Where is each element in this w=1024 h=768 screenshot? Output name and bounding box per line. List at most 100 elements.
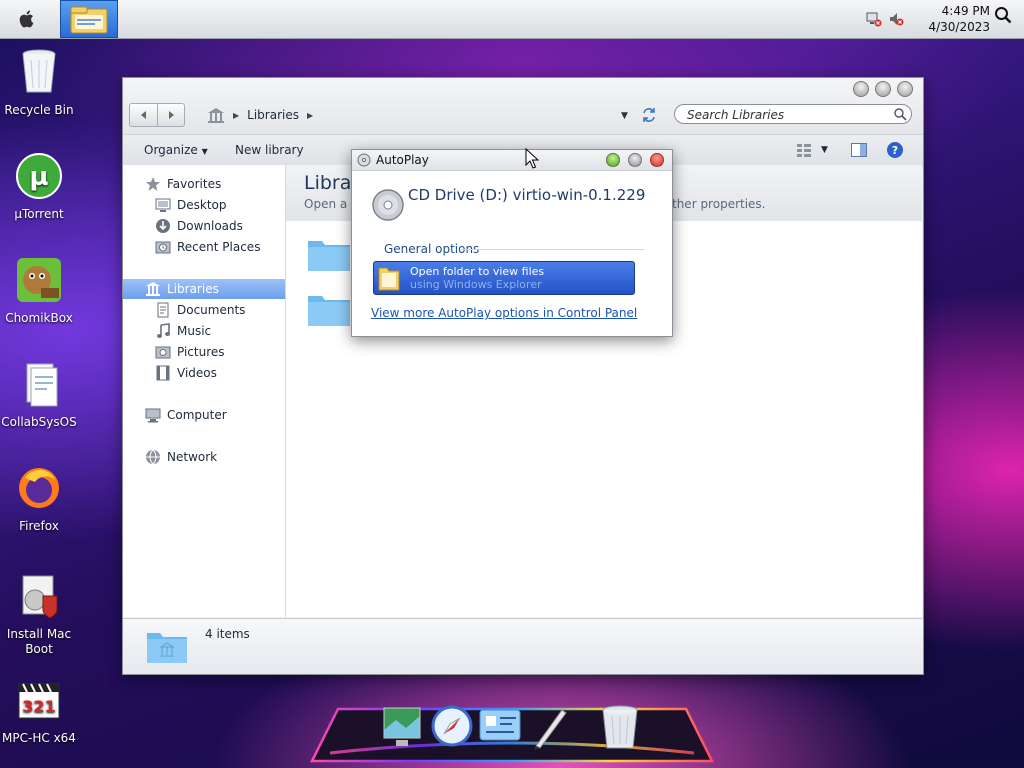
pictures-icon [155,346,171,359]
preview-pane-icon[interactable] [850,141,868,159]
mouse-cursor-icon [525,148,539,169]
star-icon [146,177,160,191]
back-button[interactable] [130,104,158,126]
desktop-icon-label: CollabSysOS [1,415,77,429]
desktop-icon-label: ChomikBox [5,311,73,325]
page-subtitle-tail: ther properties. [672,197,766,211]
organize-label: Organize [144,143,198,157]
maximize-button[interactable] [875,81,891,97]
sidebar-item-pictures[interactable]: Pictures [123,342,285,362]
option-title: Open folder to view files [410,265,545,278]
desktop-icon-label: Firefox [19,519,59,533]
sidebar-item-label: Music [177,324,212,338]
sidebar-item-label: Pictures [177,345,225,359]
network-tray-icon[interactable] [866,11,882,27]
sidebar-item-label: Recent Places [177,240,261,254]
breadcrumb-separator[interactable]: ▶ [307,111,313,120]
recycle-bin-icon [22,49,56,93]
sidebar-item-libraries[interactable]: Libraries [123,279,285,299]
breadcrumb-libraries[interactable]: Libraries [247,108,299,122]
sidebar-item-label: Videos [177,366,217,380]
library-folder-icon [147,633,187,663]
help-icon[interactable]: ? [886,141,904,159]
search-input[interactable] [685,107,889,123]
desktop-icon-install-mac-boot[interactable]: Install Mac Boot [0,572,78,657]
breadcrumb-separator[interactable]: ▶ [233,111,239,120]
address-history-dropdown[interactable]: ▼ [621,111,628,121]
safari-icon[interactable] [430,704,474,752]
file-explorer-icon[interactable] [60,0,118,38]
firefox-icon [19,468,59,508]
view-options-dropdown[interactable]: ▼ [821,145,828,155]
item-count: 4 items [205,627,250,641]
sidebar-item-label: Favorites [167,177,222,191]
close-button[interactable] [897,81,913,97]
library-icon [146,282,160,296]
search-box[interactable] [674,104,912,124]
desktop-preview-icon[interactable] [380,704,424,752]
drive-name: CD Drive (D:) virtio-win-0.1.229 [408,186,646,204]
cd-drive-icon [357,153,371,167]
pictures-library-folder-icon[interactable] [306,290,352,328]
sidebar-item-downloads[interactable]: Downloads [123,216,285,236]
network-icon [146,449,160,465]
search-icon[interactable] [994,6,1012,24]
pen-icon[interactable] [528,704,572,752]
downloads-icon [156,219,170,233]
search-icon[interactable] [893,107,907,121]
autoplay-titlebar[interactable]: AutoPlay [352,150,672,171]
desktop-icon-chomikbox[interactable]: ChomikBox [0,256,78,326]
breadcrumb[interactable]: ▶ Libraries ▶ [207,105,313,125]
new-library-button[interactable]: New library [235,143,304,157]
volume-tray-icon[interactable] [888,11,904,27]
sidebar-item-label: Documents [177,303,246,317]
desktop-icon-label: MPC-HC x64 [2,731,76,745]
sidebar-item-computer[interactable]: Computer [123,405,285,425]
close-button[interactable] [650,153,664,167]
sidebar-item-label: Desktop [177,198,227,212]
sidebar-item-label: Libraries [167,282,219,296]
preferences-icon[interactable] [478,704,522,752]
forward-button[interactable] [157,104,184,126]
sidebar-item-videos[interactable]: Videos [123,363,285,383]
sidebar-item-network[interactable]: Network [123,447,285,467]
apple-icon[interactable] [16,8,38,30]
open-folder-option[interactable]: Open folder to view files using Windows … [373,261,635,295]
autoplay-control-panel-link[interactable]: View more AutoPlay options in Control Pa… [371,306,637,320]
sidebar-item-recent-places[interactable]: Recent Places [123,237,285,257]
computer-icon [145,408,161,423]
sidebar-item-label: Network [167,450,218,464]
utorrent-icon: µ [16,153,62,199]
window-titlebar[interactable]: ▶ Libraries ▶ ▼ [123,78,923,134]
navigation-pane: Favorites Desktop Downloads Recent Place… [123,165,286,617]
back-arrow-icon [140,111,146,119]
desktop-icon [155,198,171,212]
desktop-icon-label: Recycle Bin [4,103,74,117]
sidebar-item-favorites[interactable]: Favorites [123,174,285,194]
document-icon [26,363,58,407]
organize-menu[interactable]: Organize ▼ [144,143,208,157]
view-options-icon[interactable] [795,141,813,159]
documents-icon [157,302,169,318]
refresh-icon[interactable] [640,106,658,124]
library-icon [208,108,224,123]
desktop-icon-mpc-hc[interactable]: 321 MPC-HC x64 [0,676,78,746]
desktop-icon-utorrent[interactable]: µ µTorrent [0,152,78,222]
page-subtitle: Open a li [304,197,358,211]
menubar: 4:49 PM 4/30/2023 [0,0,1024,39]
desktop-icon-recycle-bin[interactable]: Recycle Bin [0,48,78,118]
folder-icon [378,267,400,291]
minimize-button[interactable] [628,153,642,167]
documents-library-folder-icon[interactable] [306,235,352,273]
desktop-icon-collabsysos[interactable]: CollabSysOS [0,360,78,430]
desktop-icon-firefox[interactable]: Firefox [0,464,78,534]
nav-buttons [129,103,185,127]
sidebar-item-desktop[interactable]: Desktop [123,195,285,215]
maximize-button[interactable] [606,153,620,167]
sidebar-item-music[interactable]: Music [123,321,285,341]
sidebar-item-documents[interactable]: Documents [123,300,285,320]
trash-icon[interactable] [598,704,642,752]
menubar-clock[interactable]: 4:49 PM 4/30/2023 [928,3,990,35]
media-player-icon: 321 [18,683,60,719]
minimize-button[interactable] [853,81,869,97]
